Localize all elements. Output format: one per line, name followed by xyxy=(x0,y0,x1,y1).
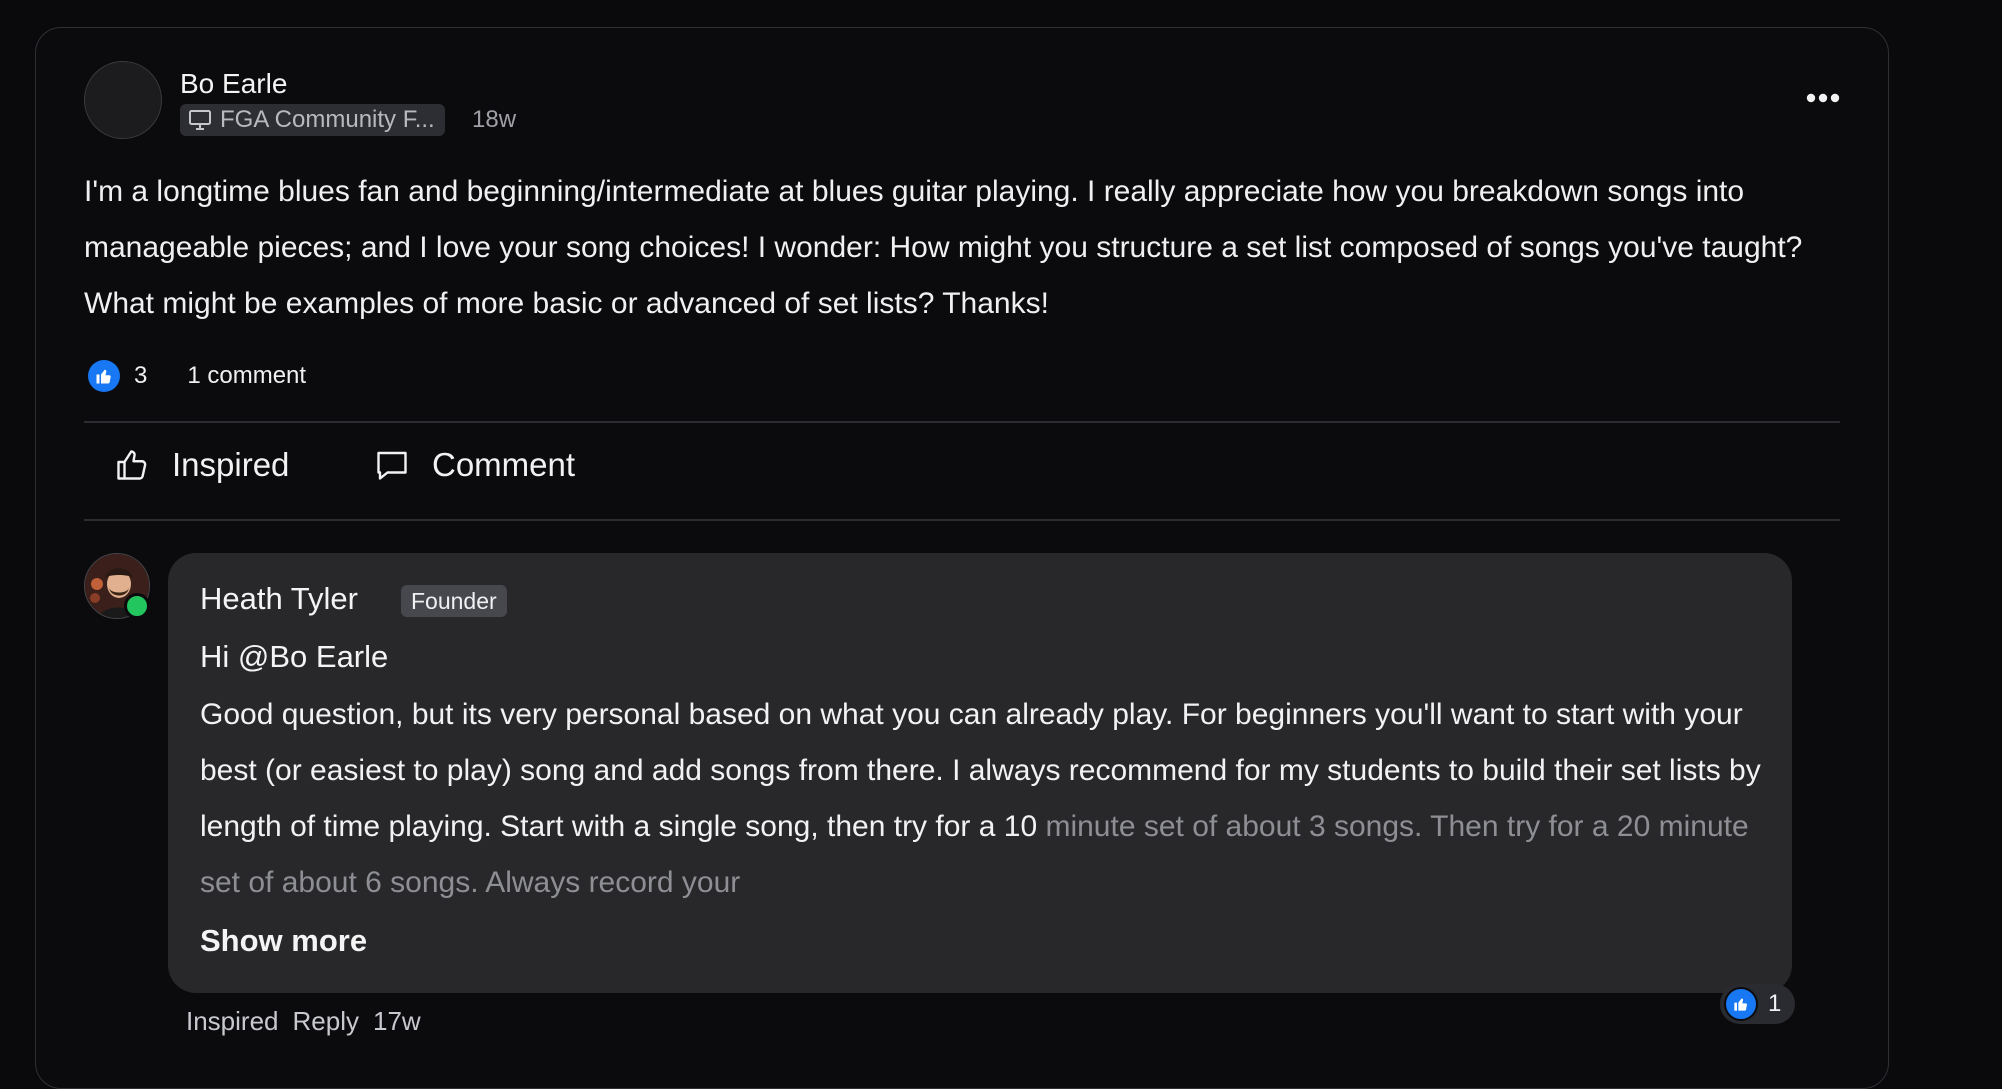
more-horizontal-icon[interactable] xyxy=(1805,92,1841,104)
comment-inspired-link[interactable]: Inspired xyxy=(186,1006,279,1037)
comment-author-name[interactable]: Heath Tyler xyxy=(200,581,358,617)
comment-reply-link[interactable]: Reply xyxy=(293,1006,359,1037)
comment-bubble-icon xyxy=(377,451,407,480)
inspired-button[interactable]: Inspired xyxy=(114,446,289,484)
divider-bottom xyxy=(84,519,1840,521)
online-status-indicator xyxy=(124,593,150,619)
post-reactions: 3 1 comment xyxy=(88,360,306,392)
comment-body: Good question, but its very personal bas… xyxy=(200,687,1770,911)
comment-timestamp: 17w xyxy=(372,1006,421,1036)
comment-bubble: Heath Tyler Founder Hi @Bo Earle Good qu… xyxy=(168,553,1792,993)
post-like-count[interactable]: 3 xyxy=(134,362,147,390)
divider-top xyxy=(84,421,1840,423)
comment-greeting: Hi @Bo Earle xyxy=(200,639,389,674)
thumbs-up-icon xyxy=(117,450,147,480)
monitor-icon xyxy=(189,110,211,130)
comment-like-count: 1 xyxy=(1768,990,1782,1017)
comment-label: Comment xyxy=(432,446,576,483)
post-body: I'm a longtime blues fan and beginning/i… xyxy=(84,175,1803,320)
post-comment-count[interactable]: 1 comment xyxy=(187,362,306,390)
like-reaction-icon[interactable] xyxy=(88,360,120,392)
comment-actions: Inspired Reply 17w xyxy=(186,1006,421,1037)
inspired-label: Inspired xyxy=(172,446,290,483)
comment-like-reaction-icon xyxy=(1724,987,1758,1021)
post-timestamp[interactable]: 18w xyxy=(472,106,516,134)
comment-reactions[interactable]: 1 xyxy=(1720,984,1796,1024)
show-more-link[interactable]: Show more xyxy=(200,923,367,959)
group-name: FGA Community F... xyxy=(220,106,435,133)
post-author-name[interactable]: Bo Earle xyxy=(180,68,287,100)
founder-badge: Founder xyxy=(401,585,507,617)
comment-button[interactable]: Comment xyxy=(374,446,575,484)
group-chip[interactable]: FGA Community F... xyxy=(180,104,445,136)
post-author-avatar[interactable] xyxy=(84,61,162,139)
